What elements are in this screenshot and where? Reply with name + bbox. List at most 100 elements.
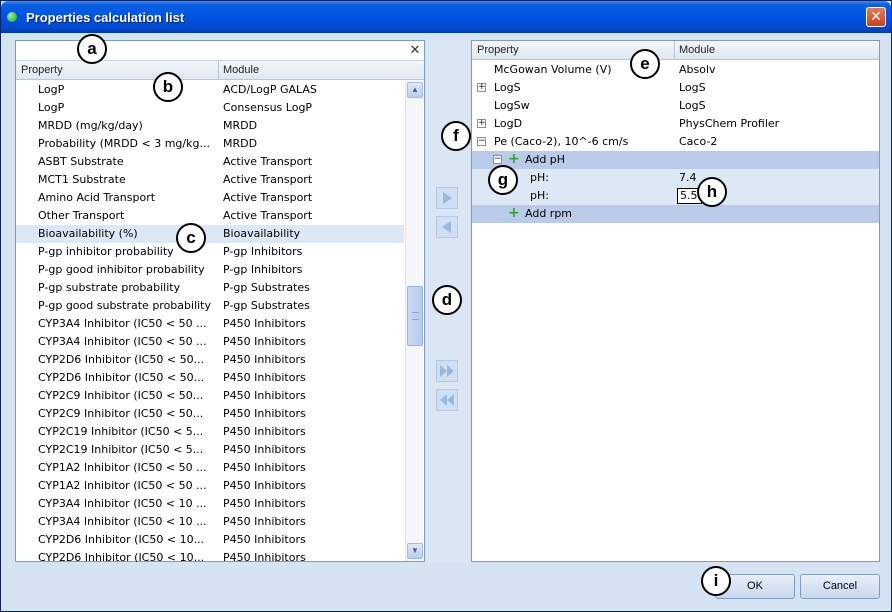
callout-b: b (153, 72, 183, 102)
list-item[interactable]: CYP1A2 Inhibitor (IC50 < 50 ... P450 Inhi… (16, 477, 404, 495)
expand-icon[interactable]: + (477, 119, 486, 128)
list-item[interactable]: Amino Acid Transport Active Transport (16, 189, 404, 207)
list-item[interactable]: CYP2D6 Inhibitor (IC50 < 10... P450 Inhib… (16, 531, 404, 549)
list-item[interactable]: − Pe (Caco-2), 10^-6 cm/s Caco-2 (472, 133, 879, 151)
module-name: P450 Inhibitors (223, 533, 306, 546)
property-name: CYP2C19 Inhibitor (IC50 < 5... (38, 443, 204, 456)
module-name: P450 Inhibitors (223, 479, 306, 492)
property-name: CYP2D6 Inhibitor (IC50 < 50... (38, 371, 205, 384)
property-name: CYP2C19 Inhibitor (IC50 < 5... (38, 425, 204, 438)
property-name: CYP1A2 Inhibitor (IC50 < 50 ... (38, 479, 207, 492)
callout-a: a (77, 34, 107, 64)
property-name: Probability (MRDD < 3 mg/kg... (38, 137, 210, 150)
property-column-header[interactable]: Property (477, 44, 519, 56)
list-item[interactable]: LogP Consensus LogP (16, 99, 404, 117)
module-column-header[interactable]: Module (674, 41, 715, 59)
property-name: LogSw (494, 99, 530, 112)
list-item[interactable]: MCT1 Substrate Active Transport (16, 171, 404, 189)
callout-g: g (488, 165, 518, 195)
add-rpm-row[interactable]: + Add rpm (472, 205, 879, 223)
title-bar: Properties calculation list ✕ (1, 1, 891, 33)
list-item[interactable]: CYP2D6 Inhibitor (IC50 < 50... P450 Inhib… (16, 369, 404, 387)
property-column-header[interactable]: Property (21, 64, 63, 76)
list-item[interactable]: ASBT Substrate Active Transport (16, 153, 404, 171)
grip-icon (412, 312, 419, 320)
list-item[interactable]: CYP2C9 Inhibitor (IC50 < 50... P450 Inhib… (16, 387, 404, 405)
list-item[interactable]: P-gp substrate probability P-gp Substrate… (16, 279, 404, 297)
module-name: P-gp Inhibitors (223, 263, 303, 276)
remove-all-button[interactable] (436, 389, 458, 411)
add-all-button[interactable] (436, 360, 458, 382)
property-name: CYP2D6 Inhibitor (IC50 < 10... (38, 533, 205, 546)
remove-selected-button[interactable] (436, 216, 458, 238)
add-selected-button[interactable] (436, 187, 458, 209)
module-name: P450 Inhibitors (223, 389, 306, 402)
add-ph-row[interactable]: − + Add pH (472, 151, 879, 169)
close-button[interactable]: ✕ (866, 7, 886, 27)
list-item[interactable]: + LogS LogS (472, 79, 879, 97)
module-name: P450 Inhibitors (223, 461, 306, 474)
module-name: P450 Inhibitors (223, 425, 306, 438)
list-item[interactable]: P-gp good inhibitor probability P-gp Inhi… (16, 261, 404, 279)
property-name: CYP2C9 Inhibitor (IC50 < 50... (38, 389, 204, 402)
ph-row[interactable]: pH: 5.5 (472, 187, 879, 205)
module-column-header[interactable]: Module (218, 61, 259, 79)
cancel-button[interactable]: Cancel (800, 574, 880, 599)
list-item[interactable]: MRDD (mg/kg/day) MRDD (16, 117, 404, 135)
module-name: LogS (679, 81, 706, 94)
list-item[interactable]: CYP1A2 Inhibitor (IC50 < 50 ... P450 Inhi… (16, 459, 404, 477)
module-name: P450 Inhibitors (223, 515, 306, 528)
properties-dialog: Properties calculation list ✕ ✕ Property… (0, 0, 892, 612)
property-name: CYP3A4 Inhibitor (IC50 < 10 ... (38, 515, 207, 528)
add-ph-label: Add pH (525, 153, 566, 166)
arrow-right-icon (443, 192, 452, 204)
list-item[interactable]: LogSw LogS (472, 97, 879, 115)
scroll-up-button[interactable]: ▲ (407, 82, 423, 98)
list-item[interactable]: McGowan Volume (V) Absolv (472, 61, 879, 79)
selected-properties-panel: Property Module McGowan Volume (V) Absol… (471, 40, 880, 562)
left-scrollbar[interactable]: ▲ ▼ (405, 81, 423, 561)
list-item[interactable]: LogP ACD/LogP GALAS (16, 81, 404, 99)
arrow-left-icon (442, 221, 451, 233)
add-rpm-label: Add rpm (525, 207, 573, 220)
module-name: ACD/LogP GALAS (223, 83, 317, 96)
right-list-header: Property Module (472, 41, 879, 60)
list-item[interactable]: CYP3A4 Inhibitor (IC50 < 10 ... P450 Inhi… (16, 495, 404, 513)
module-name: P450 Inhibitors (223, 407, 306, 420)
double-arrow-left-icon (440, 394, 454, 406)
list-item[interactable]: P-gp good substrate probability P-gp Subs… (16, 297, 404, 315)
property-name: LogP (38, 83, 65, 96)
list-item[interactable]: CYP2C9 Inhibitor (IC50 < 50... P450 Inhib… (16, 405, 404, 423)
list-item[interactable]: Probability (MRDD < 3 mg/kg... MRDD (16, 135, 404, 153)
list-item[interactable]: CYP2D6 Inhibitor (IC50 < 10... P450 Inhib… (16, 549, 404, 562)
module-name: P450 Inhibitors (223, 443, 306, 456)
list-item[interactable]: CYP3A4 Inhibitor (IC50 < 50 ... P450 Inhi… (16, 315, 404, 333)
scroll-down-button[interactable]: ▼ (407, 543, 423, 559)
clear-search-icon[interactable]: ✕ (408, 43, 422, 57)
list-item[interactable]: + LogD PhysChem Profiler (472, 115, 879, 133)
list-item[interactable]: CYP2C19 Inhibitor (IC50 < 5... P450 Inhib… (16, 441, 404, 459)
list-item[interactable]: P-gp inhibitor probability P-gp Inhibitor… (16, 243, 404, 261)
list-item[interactable]: CYP3A4 Inhibitor (IC50 < 10 ... P450 Inhi… (16, 513, 404, 531)
scroll-thumb[interactable] (407, 286, 423, 346)
module-name: Active Transport (223, 191, 313, 204)
module-name: Active Transport (223, 155, 313, 168)
module-name: Absolv (679, 63, 716, 76)
module-name: P-gp Substrates (223, 281, 310, 294)
left-list-header: Property Module (16, 61, 424, 80)
list-item[interactable]: Other Transport Active Transport (16, 207, 404, 225)
collapse-icon[interactable]: − (477, 137, 486, 146)
expand-icon[interactable]: + (477, 83, 486, 92)
property-name: LogD (494, 117, 523, 130)
list-item[interactable]: Bioavailability (%) Bioavailability (16, 225, 404, 243)
list-item[interactable]: CYP2C19 Inhibitor (IC50 < 5... P450 Inhib… (16, 423, 404, 441)
list-item[interactable]: CYP3A4 Inhibitor (IC50 < 50 ... P450 Inhi… (16, 333, 404, 351)
module-name: P450 Inhibitors (223, 317, 306, 330)
collapse-icon[interactable]: − (493, 155, 502, 164)
app-icon (7, 12, 17, 22)
ph-row[interactable]: pH: 7.4 (472, 169, 879, 187)
module-name: Active Transport (223, 209, 313, 222)
add-icon[interactable]: + (508, 152, 520, 166)
add-icon[interactable]: + (508, 206, 520, 220)
list-item[interactable]: CYP2D6 Inhibitor (IC50 < 50... P450 Inhib… (16, 351, 404, 369)
